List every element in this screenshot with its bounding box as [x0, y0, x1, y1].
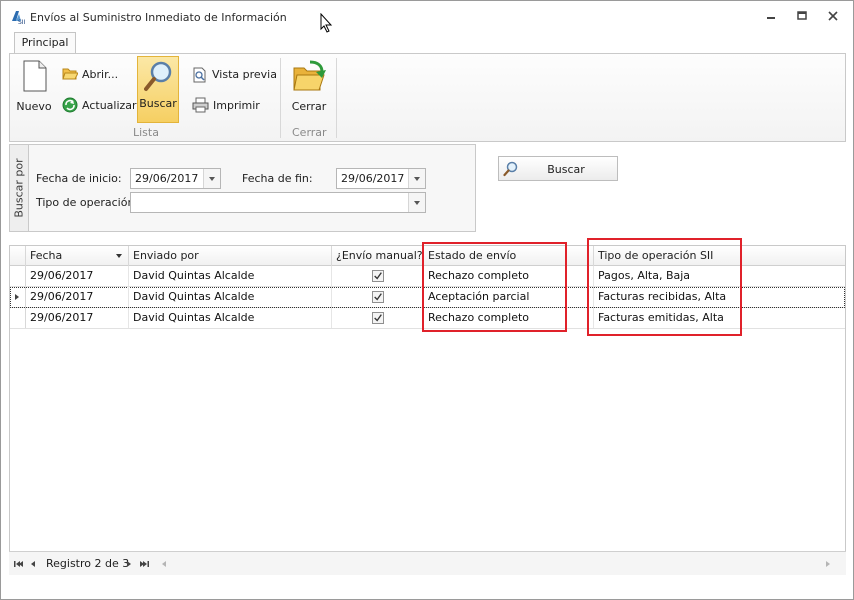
cell-envio-manual: [332, 266, 424, 286]
imprimir-button[interactable]: Imprimir: [190, 96, 262, 114]
sii-app-icon: SII: [12, 11, 26, 25]
fecha-fin-field[interactable]: 29/06/2017: [336, 168, 426, 189]
cell-enviado-por: David Quintas Alcalde: [129, 287, 332, 307]
cell-enviado-por: David Quintas Alcalde: [129, 266, 332, 286]
highlight-box-tipo-operacion: [587, 238, 742, 336]
cell-fecha: 29/06/2017: [26, 308, 129, 328]
record-navigator: Registro 2 de 3: [9, 551, 846, 575]
imprimir-label: Imprimir: [213, 99, 260, 112]
cerrar-label: Cerrar: [291, 100, 327, 113]
search-panel: Buscar por Fecha de inicio: 29/06/2017 F…: [9, 144, 476, 232]
app-window: SII Envíos al Suministro Inmediato de In…: [0, 0, 854, 600]
current-row-icon: [15, 294, 19, 300]
printer-icon: [192, 97, 209, 113]
magnifier-icon: [144, 61, 172, 91]
open-folder-icon: [62, 68, 78, 80]
refresh-icon: [62, 97, 78, 113]
buscar-button-label: Buscar: [547, 163, 585, 176]
buscar-button[interactable]: Buscar: [498, 156, 618, 181]
cell-envio-manual: [332, 287, 424, 307]
chevron-down-icon[interactable]: [408, 169, 425, 188]
restore-icon[interactable]: [792, 8, 812, 24]
cell-fecha: 29/06/2017: [26, 287, 129, 307]
checkbox-checked-icon[interactable]: [372, 312, 384, 324]
row-indicator: [10, 308, 26, 328]
column-header-fecha[interactable]: Fecha: [26, 246, 129, 266]
next-record-icon[interactable]: [123, 558, 135, 570]
actualizar-label: Actualizar: [82, 99, 137, 112]
buscar-ribbon-label: Buscar: [139, 97, 177, 110]
group-separator: [336, 58, 337, 138]
highlight-box-estado-envio: [422, 242, 567, 332]
chevron-down-icon[interactable]: [203, 169, 220, 188]
horizontal-scrollbar[interactable]: [156, 557, 836, 571]
cell-fecha: 29/06/2017: [26, 266, 129, 286]
header-indicator: [10, 246, 26, 266]
fecha-inicio-label: Fecha de inicio:: [36, 172, 122, 185]
nuevo-button[interactable]: Nuevo: [14, 58, 54, 120]
first-record-icon[interactable]: [12, 558, 24, 570]
row-indicator: [10, 266, 26, 286]
tipo-operacion-select[interactable]: [130, 192, 426, 213]
record-counter: Registro 2 de 3: [46, 557, 130, 570]
checkbox-checked-icon[interactable]: [372, 270, 384, 282]
previous-record-icon[interactable]: [27, 558, 39, 570]
vista-previa-label: Vista previa: [212, 68, 277, 81]
svg-text:SII: SII: [18, 19, 26, 25]
lista-group-label: Lista: [133, 126, 159, 139]
abrir-button[interactable]: Abrir...: [60, 66, 130, 84]
column-header-envio-manual[interactable]: ¿Envío manual?: [332, 246, 424, 266]
fecha-fin-label: Fecha de fin:: [242, 172, 313, 185]
new-document-icon: [23, 60, 47, 92]
chevron-down-icon[interactable]: [408, 193, 425, 212]
buscar-ribbon-button[interactable]: Buscar: [137, 56, 179, 123]
actualizar-button[interactable]: Actualizar: [60, 96, 137, 114]
close-folder-icon: [293, 60, 326, 91]
column-header-enviado-por[interactable]: Enviado por: [129, 246, 332, 266]
fecha-inicio-value: 29/06/2017: [135, 172, 199, 185]
checkbox-checked-icon[interactable]: [372, 291, 384, 303]
tab-principal[interactable]: Principal: [14, 32, 76, 54]
minimize-icon[interactable]: [761, 8, 781, 24]
ribbon: Nuevo Abrir... Actualizar Buscar Vista p…: [9, 53, 846, 142]
tipo-operacion-label: Tipo de operación:: [36, 196, 139, 209]
mouse-cursor-icon: [320, 13, 333, 33]
envios-grid: Fecha Enviado por ¿Envío manual? Estado …: [9, 238, 846, 575]
vista-previa-button[interactable]: Vista previa: [190, 66, 277, 84]
cell-enviado-por: David Quintas Alcalde: [129, 308, 332, 328]
ribbon-tab-strip: Principal: [1, 31, 853, 54]
abrir-label: Abrir...: [82, 68, 119, 81]
print-preview-icon: [193, 67, 206, 83]
close-icon[interactable]: [823, 8, 843, 24]
row-indicator: [10, 287, 26, 307]
last-record-icon[interactable]: [139, 558, 151, 570]
group-separator: [280, 58, 281, 138]
cell-envio-manual: [332, 308, 424, 328]
fecha-inicio-field[interactable]: 29/06/2017: [130, 168, 221, 189]
title-bar: SII Envíos al Suministro Inmediato de In…: [1, 1, 853, 33]
window-title: Envíos al Suministro Inmediato de Inform…: [30, 11, 287, 24]
fecha-fin-value: 29/06/2017: [341, 172, 405, 185]
cerrar-group-label: Cerrar: [292, 126, 327, 139]
sort-descending-icon: [116, 254, 122, 258]
search-panel-caption[interactable]: Buscar por: [10, 145, 29, 231]
cerrar-button[interactable]: Cerrar: [286, 58, 332, 120]
nuevo-label: Nuevo: [16, 100, 52, 113]
